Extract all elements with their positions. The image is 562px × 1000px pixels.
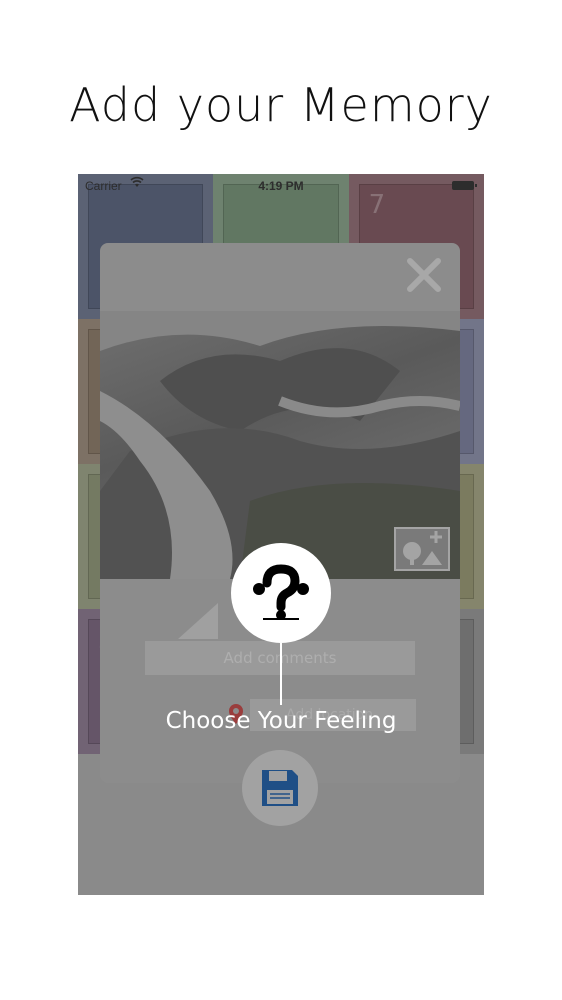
status-time: 4:19 PM (258, 179, 304, 193)
save-button[interactable] (242, 750, 318, 826)
add-photo-icon (403, 531, 442, 565)
close-button[interactable] (404, 255, 444, 295)
choose-feeling-button[interactable] (231, 543, 331, 643)
page-headline: Add your Memory (69, 78, 493, 132)
close-icon (407, 258, 441, 292)
save-icon (262, 770, 298, 806)
battery-icon (452, 181, 477, 190)
memory-photo[interactable] (100, 311, 460, 579)
status-bar: Carrier 4:19 PM (78, 174, 484, 196)
tutorial-feeling-label: Choose Your Feeling (165, 708, 397, 734)
phone-screen: 723 Carrier 4:19 PM (78, 174, 484, 895)
question-mark-icon (253, 564, 309, 620)
feeling-pointer-shape (178, 603, 218, 639)
tutorial-pointer-line (280, 643, 282, 705)
add-photo-button[interactable] (394, 527, 450, 571)
